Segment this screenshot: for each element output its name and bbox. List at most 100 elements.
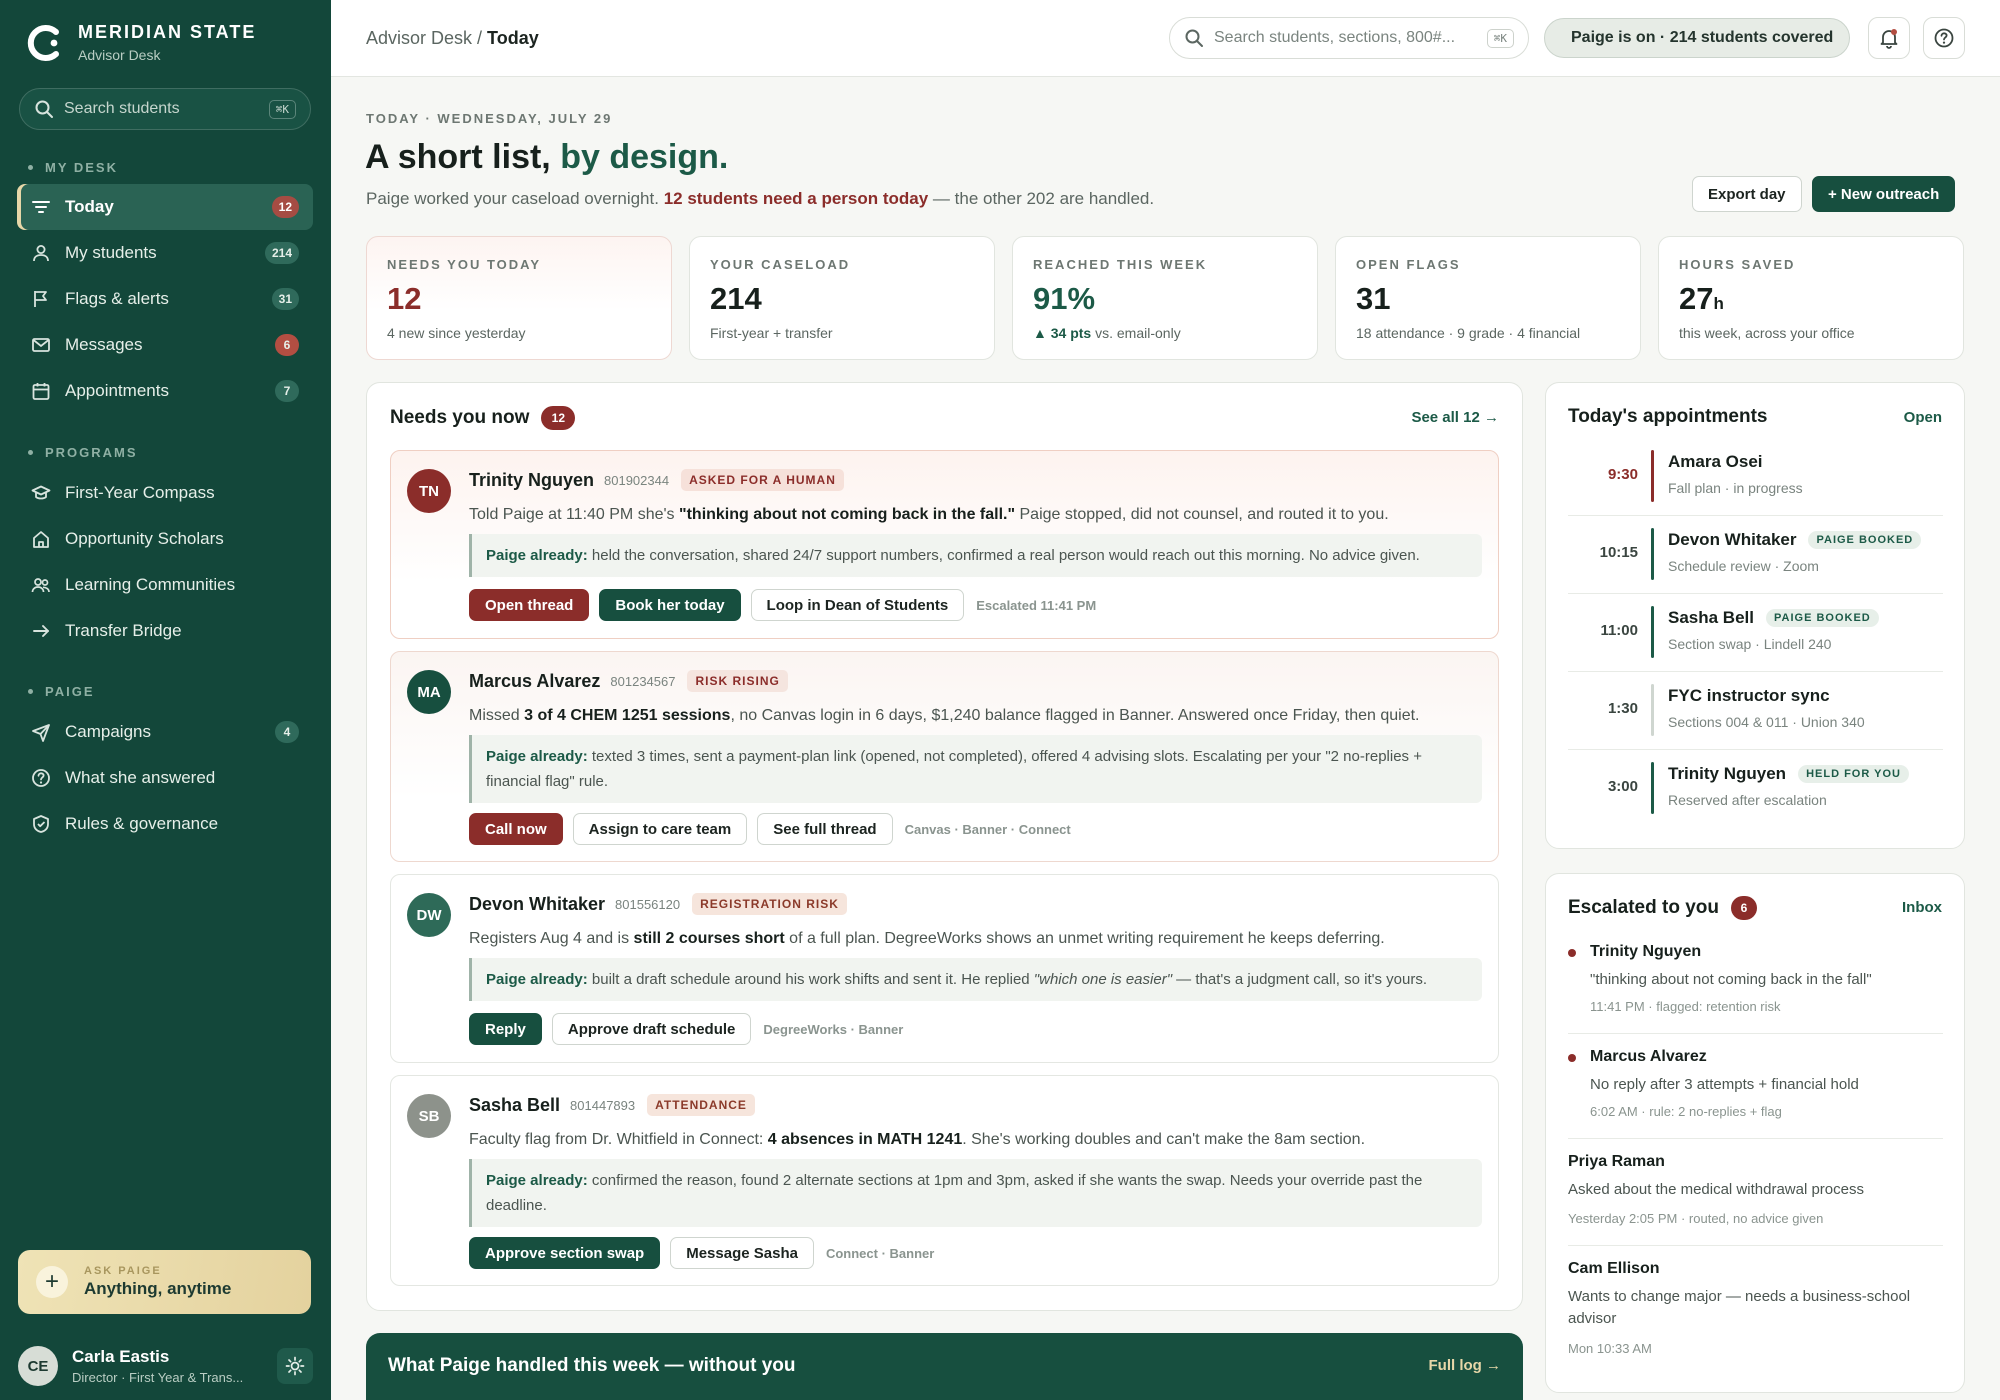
- user-profile[interactable]: CE Carla Eastis Director · First Year & …: [18, 1345, 313, 1387]
- sidebar-item-first-year-compass[interactable]: First-Year Compass: [17, 470, 313, 516]
- global-search-input[interactable]: Search students, sections, 800#... ⌘K: [1169, 17, 1529, 59]
- appointments-panel: Today's appointments Open 9:30 Amara Ose…: [1545, 382, 1965, 849]
- appointment-name-text: Trinity Nguyen: [1668, 764, 1787, 783]
- appointment-row[interactable]: 3:00 Trinity Nguyen HELD FOR YOU Reserved…: [1568, 750, 1943, 828]
- sidebar-item-flags-alerts[interactable]: Flags & alerts 31: [17, 276, 313, 322]
- sidebar-item-campaigns[interactable]: Campaigns 4: [17, 709, 313, 755]
- sidebar-item-messages[interactable]: Messages 6: [17, 322, 313, 368]
- escalation-name: Cam Ellison: [1568, 1260, 1660, 1277]
- escalation-item[interactable]: Marcus Alvarez No reply after 3 attempts…: [1568, 1034, 1943, 1139]
- stat-value: 91%: [1033, 281, 1096, 316]
- student-name[interactable]: Sasha Bell: [469, 1095, 560, 1116]
- appointment-name: Sasha Bell PAIGE BOOKED: [1668, 608, 1879, 628]
- full-log-link[interactable]: Full log →: [1429, 1357, 1502, 1374]
- escalation-item[interactable]: Cam Ellison Wants to change major — need…: [1568, 1246, 1943, 1376]
- reply-button[interactable]: Reply: [469, 1013, 542, 1045]
- inbox-link[interactable]: Inbox: [1902, 899, 1942, 916]
- theme-toggle-button[interactable]: [277, 1348, 313, 1384]
- stat-card-caseload[interactable]: YOUR CASELOAD 214 First-year + transfer: [689, 236, 995, 360]
- avatar: TN: [407, 469, 451, 513]
- paige-already-note: Paige already: texted 3 times, sent a pa…: [469, 735, 1482, 803]
- assign-care-team-button[interactable]: Assign to care team: [572, 813, 748, 845]
- message-sasha-button[interactable]: Message Sasha: [670, 1237, 814, 1269]
- sidebar-item-today[interactable]: Today 12: [17, 184, 313, 230]
- see-full-thread-button[interactable]: See full thread: [757, 813, 893, 845]
- student-card-trinity[interactable]: TN Trinity Nguyen 801902344 ASKED FOR A …: [390, 450, 1499, 639]
- stat-card-open-flags[interactable]: OPEN FLAGS 31 18 attendance · 9 grade · …: [1335, 236, 1641, 360]
- page-title: A short list, by design.: [365, 138, 728, 177]
- card-actions: Reply Approve draft schedule DegreeWorks…: [469, 1013, 903, 1045]
- ask-paige-button[interactable]: + ASK PAIGE Anything, anytime: [18, 1250, 311, 1314]
- sidebar-item-appointments[interactable]: Appointments 7: [17, 368, 313, 414]
- paige-status-pill[interactable]: Paige is on · 214 students covered: [1544, 18, 1850, 58]
- unread-dot: [1568, 949, 1576, 957]
- see-all-link[interactable]: See all 12 →: [1411, 409, 1499, 426]
- escalated-panel: Escalated to you 6 Inbox Trinity Nguyen …: [1545, 873, 1965, 1393]
- group-icon: [31, 578, 50, 593]
- page-title-main: A short list,: [365, 138, 561, 176]
- new-outreach-button[interactable]: + New outreach: [1812, 176, 1956, 212]
- paige-booked-badge: PAIGE BOOKED: [1808, 531, 1922, 549]
- appointments-title: Today's appointments: [1568, 406, 1768, 427]
- student-card-devon[interactable]: DW Devon Whitaker 801556120 REGISTRATION…: [390, 874, 1499, 1063]
- sidebar-item-my-students[interactable]: My students 214: [17, 230, 313, 276]
- home-icon: [33, 531, 49, 548]
- breadcrumb-root[interactable]: Advisor Desk: [366, 28, 472, 48]
- stat-card-reached[interactable]: REACHED THIS WEEK 91% ▲ 34 pts vs. email…: [1012, 236, 1318, 360]
- escalation-meta: Mon 10:33 AM: [1568, 1341, 1652, 1356]
- escalated-title-text: Escalated to you: [1568, 897, 1719, 918]
- student-name[interactable]: Marcus Alvarez: [469, 671, 600, 692]
- needs-count-badge: 12: [541, 406, 576, 430]
- student-id: 801556120: [615, 896, 681, 912]
- sidebar-search-input[interactable]: Search students ⌘K: [19, 88, 311, 130]
- call-now-button[interactable]: Call now: [469, 813, 563, 845]
- escalation-item[interactable]: Trinity Nguyen "thinking about not comin…: [1568, 929, 1943, 1034]
- stat-card-hours-saved[interactable]: HOURS SAVED 27h this week, across your o…: [1658, 236, 1964, 360]
- loop-in-dean-button[interactable]: Loop in Dean of Students: [750, 589, 965, 621]
- appointment-detail: Reserved after escalation: [1668, 792, 1827, 808]
- stat-label: NEEDS YOU TODAY: [387, 257, 542, 272]
- student-name[interactable]: Trinity Nguyen: [469, 470, 594, 491]
- escalation-item[interactable]: Priya Raman Asked about the medical with…: [1568, 1139, 1943, 1246]
- brand[interactable]: MERIDIAN STATE Advisor Desk: [24, 22, 256, 63]
- book-her-today-button[interactable]: Book her today: [599, 589, 741, 621]
- stat-label: REACHED THIS WEEK: [1033, 257, 1208, 272]
- appointment-row[interactable]: 11:00 Sasha Bell PAIGE BOOKED Section swa…: [1568, 594, 1943, 672]
- open-thread-button[interactable]: Open thread: [469, 589, 590, 621]
- stat-label: YOUR CASELOAD: [710, 257, 851, 272]
- appointment-row[interactable]: 1:30 FYC instructor sync Sections 004 & …: [1568, 672, 1943, 750]
- stat-value: 214: [710, 281, 762, 316]
- sidebar-item-rules-governance[interactable]: Rules & governance: [17, 801, 313, 847]
- appointment-detail: Section swap · Lindell 240: [1668, 636, 1832, 652]
- sidebar-item-learning-communities[interactable]: Learning Communities: [17, 562, 313, 608]
- sidebar-item-what-she-answered[interactable]: What she answered: [17, 755, 313, 801]
- student-name[interactable]: Devon Whitaker: [469, 894, 605, 915]
- student-card-sasha[interactable]: SB Sasha Bell 801447893 ATTENDANCE Facul…: [390, 1075, 1499, 1286]
- export-day-button[interactable]: Export day: [1692, 176, 1802, 212]
- sidebar-item-label: Messages: [65, 335, 143, 354]
- help-icon: [1934, 28, 1954, 48]
- paige-status-text: Paige is on · 214 students covered: [1571, 29, 1834, 46]
- avatar: MA: [407, 670, 451, 714]
- sidebar-item-opportunity-scholars[interactable]: Opportunity Scholars: [17, 516, 313, 562]
- help-button[interactable]: [1923, 17, 1965, 59]
- approve-draft-schedule-button[interactable]: Approve draft schedule: [551, 1013, 752, 1045]
- paige-already-note: Paige already: built a draft schedule ar…: [469, 958, 1482, 1001]
- page-subtitle: Paige worked your caseload overnight. 12…: [366, 189, 1154, 209]
- summary-highlight: "thinking about not coming back in the f…: [679, 506, 1016, 523]
- appointments-open-link[interactable]: Open: [1904, 409, 1942, 426]
- needs-title-text: Needs you now: [390, 407, 530, 428]
- stat-card-needs-today[interactable]: NEEDS YOU TODAY 12 4 new since yesterday: [366, 236, 672, 360]
- notifications-button[interactable]: [1868, 17, 1910, 59]
- count-badge: 12: [271, 196, 299, 218]
- paige-already-note: Paige already: confirmed the reason, fou…: [469, 1159, 1482, 1227]
- sidebar-item-transfer-bridge[interactable]: Transfer Bridge: [17, 608, 313, 654]
- appointment-row[interactable]: 10:15 Devon Whitaker PAIGE BOOKED Schedul…: [1568, 516, 1943, 594]
- student-card-marcus[interactable]: MA Marcus Alvarez 801234567 RISK RISING …: [390, 651, 1499, 862]
- paige-text: held the conversation, shared 24/7 suppo…: [587, 547, 1420, 564]
- appointment-row[interactable]: 9:30 Amara Osei Fall plan · in progress: [1568, 438, 1943, 516]
- appointment-name-text: Devon Whitaker: [1668, 530, 1797, 549]
- count-badge: 6: [275, 334, 299, 356]
- avatar: DW: [407, 893, 451, 937]
- approve-section-swap-button[interactable]: Approve section swap: [469, 1237, 661, 1269]
